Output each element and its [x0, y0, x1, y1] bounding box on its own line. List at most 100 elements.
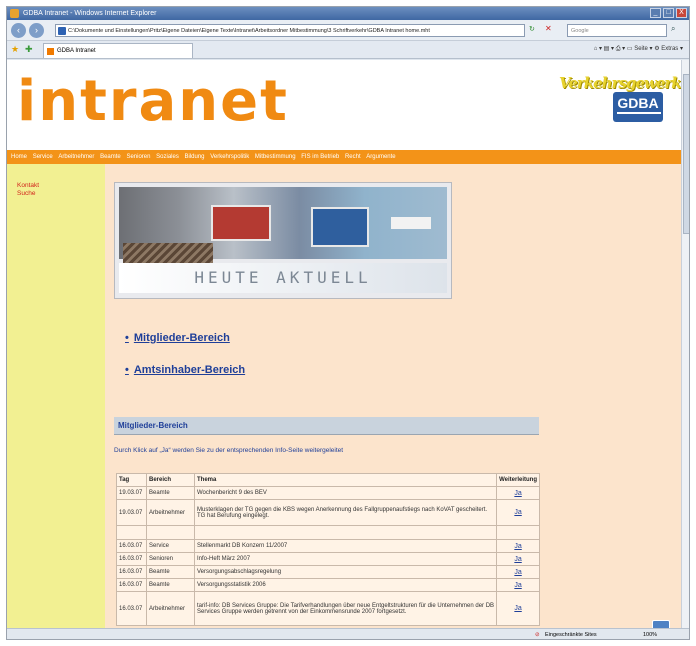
favorites-star-icon[interactable]: ★ — [11, 44, 19, 55]
refresh-icon[interactable]: ↻ — [529, 25, 535, 33]
main-nav: Home Service Arbeitnehmer Beamte Seniore… — [7, 150, 681, 164]
home-icon[interactable]: ⌂ ▾ — [594, 46, 602, 52]
nav-item-argumente[interactable]: Argumente — [366, 154, 395, 160]
link-amtsinhaber-bereich[interactable]: • Amtsinhaber-Bereich — [125, 364, 245, 376]
ja-link[interactable]: Ja — [514, 509, 521, 516]
cell-bereich: Service — [146, 539, 195, 553]
site-header: intranet Verkehrsgewerkschaft GDBA — [7, 60, 681, 150]
scrollbar-thumb[interactable] — [683, 74, 689, 234]
banner-caption: HEUTE AKTUELL — [119, 263, 447, 293]
cell-thema: Info-Heft März 2007 — [193, 552, 498, 566]
tram-image — [311, 207, 369, 247]
link-mitglieder-label: Mitglieder-Bereich — [133, 332, 230, 344]
zoom-level[interactable]: 100% — [643, 629, 657, 639]
cell-bereich: Beamte — [146, 486, 195, 500]
ja-link[interactable]: Ja — [514, 556, 521, 563]
table-row: 16.03.07 Arbeitnehmer tarif-info: DB Ser… — [116, 591, 540, 626]
sidebar-item-suche[interactable]: Suche — [7, 190, 105, 198]
address-bar-row: ‹ › C:\Dokumente und Einstellungen\Pritz… — [7, 20, 689, 41]
cell-tag: 16.03.07 — [116, 539, 147, 553]
col-thema: Thema — [193, 473, 498, 487]
ja-link[interactable]: Ja — [514, 605, 521, 612]
cell-link: Ja — [496, 486, 540, 500]
table-row: 16.03.07 Senioren Info-Heft März 2007 Ja — [116, 552, 540, 566]
cell-thema: Wochenbericht 9 des BEV — [193, 486, 498, 500]
page-menu[interactable]: ▭ Seite ▾ — [627, 46, 653, 52]
nav-item-verkehrspolitik[interactable]: Verkehrspolitik — [210, 154, 249, 160]
cell-thema: Versorgungsabschlagsregelung — [193, 565, 498, 579]
nav-item-senioren[interactable]: Senioren — [126, 154, 150, 160]
title-bar: GDBA Intranet - Windows Internet Explore… — [7, 7, 689, 20]
sidebar-item-kontakt[interactable]: Kontakt — [7, 182, 105, 190]
scroll-helper-icon[interactable] — [652, 620, 670, 628]
cell-thema: Musterklagen der TG gegen die KBS wegen … — [193, 499, 498, 526]
cell-thema: tarif-info: DB Services Gruppe: Die Tari… — [193, 591, 498, 626]
search-icon[interactable]: ⌕ — [671, 24, 675, 34]
browser-window: GDBA Intranet - Windows Internet Explore… — [6, 6, 690, 640]
table-header-row: Tag Bereich Thema Weiterleitung — [116, 473, 540, 487]
close-button[interactable]: X — [676, 8, 687, 18]
nav-item-soziales[interactable]: Soziales — [156, 154, 179, 160]
table-row: 16.03.07 Beamte Versorgungsabschlagsrege… — [116, 565, 540, 579]
news-table: Tag Bereich Thema Weiterleitung 19.03.07… — [116, 473, 540, 626]
cell-bereich: Senioren — [146, 552, 195, 566]
cell-link — [496, 525, 540, 540]
site-logo[interactable]: intranet — [17, 62, 289, 142]
heute-aktuell-banner: HEUTE AKTUELL — [114, 182, 452, 299]
bullet-icon: • — [125, 364, 129, 376]
nav-item-arbeitnehmer[interactable]: Arbeitnehmer — [58, 154, 94, 160]
back-button[interactable]: ‹ — [11, 23, 26, 38]
address-field[interactable]: C:\Dokumente und Einstellungen\Pritz\Eig… — [55, 24, 525, 37]
extras-menu-label: Extras — [661, 46, 679, 52]
intro-text: Durch Klick auf „Ja“ werden Sie zu der e… — [114, 447, 344, 454]
search-placeholder: Google — [571, 28, 589, 34]
cell-bereich: Arbeitnehmer — [146, 499, 195, 526]
minimize-button[interactable]: _ — [650, 8, 661, 18]
ja-link[interactable]: Ja — [514, 490, 521, 497]
cell-thema: Stellenmarkt DB Konzern 11/2007 — [193, 539, 498, 553]
extras-menu[interactable]: ⚙ Extras ▾ — [654, 46, 683, 52]
command-bar: ⌂ ▾ ▤ ▾ ⎙ ▾ ▭ Seite ▾ ⚙ Extras ▾ — [594, 45, 683, 53]
add-favorites-icon[interactable]: ✚ — [25, 44, 33, 55]
forward-button[interactable]: › — [29, 23, 44, 38]
status-bar: ⊘ Eingeschränkte Sites 100% — [7, 628, 689, 639]
cell-link: Ja — [496, 499, 540, 526]
stop-icon[interactable]: ✕ — [545, 24, 552, 33]
zone-label: Eingeschränkte Sites — [545, 632, 597, 638]
cell-bereich: Beamte — [146, 565, 195, 579]
nav-item-bildung[interactable]: Bildung — [185, 154, 205, 160]
gdba-logo[interactable]: Verkehrsgewerkschaft GDBA — [559, 74, 681, 130]
bullet-icon: • — [125, 332, 129, 344]
feeds-icon[interactable]: ▤ ▾ — [604, 46, 614, 52]
vertical-scrollbar[interactable] — [681, 60, 689, 628]
ja-link[interactable]: Ja — [514, 543, 521, 550]
cell-tag: 16.03.07 — [116, 565, 147, 579]
tab-favicon — [47, 48, 54, 55]
sidebar: Kontakt Suche — [7, 164, 105, 628]
link-mitglieder-bereich[interactable]: • Mitglieder-Bereich — [125, 332, 230, 344]
nav-item-beamte[interactable]: Beamte — [100, 154, 121, 160]
tab-gdba-intranet[interactable]: GDBA Intranet — [43, 43, 193, 58]
tab-bar: ★ ✚ GDBA Intranet ⌂ ▾ ▤ ▾ ⎙ ▾ ▭ Seite ▾ … — [7, 41, 689, 59]
maximize-button[interactable]: □ — [663, 8, 674, 18]
cell-tag: 19.03.07 — [116, 499, 147, 526]
nav-item-recht[interactable]: Recht — [345, 154, 361, 160]
table-row: 19.03.07 Beamte Wochenbericht 9 des BEV … — [116, 486, 540, 500]
cell-tag: 19.03.07 — [116, 486, 147, 500]
search-input[interactable]: Google — [567, 24, 667, 37]
cell-link: Ja — [496, 591, 540, 626]
ie-icon — [10, 9, 19, 18]
print-icon[interactable]: ⎙ ▾ — [616, 46, 625, 52]
ja-link[interactable]: Ja — [514, 569, 521, 576]
cell-thema: Versorgungsstatistik 2006 — [193, 578, 498, 592]
col-bereich: Bereich — [146, 473, 195, 487]
ja-link[interactable]: Ja — [514, 582, 521, 589]
nav-item-fis-im-betrieb[interactable]: FIS im Betrieb — [301, 154, 339, 160]
nav-item-service[interactable]: Service — [33, 154, 53, 160]
nav-item-home[interactable]: Home — [11, 154, 27, 160]
bus-image — [211, 205, 271, 241]
section-title: Mitglieder-Bereich — [114, 417, 539, 435]
nav-item-mitbestimmung[interactable]: Mitbestimmung — [255, 154, 296, 160]
cell-link: Ja — [496, 578, 540, 592]
page-content: intranet Verkehrsgewerkschaft GDBA Home … — [7, 60, 681, 628]
